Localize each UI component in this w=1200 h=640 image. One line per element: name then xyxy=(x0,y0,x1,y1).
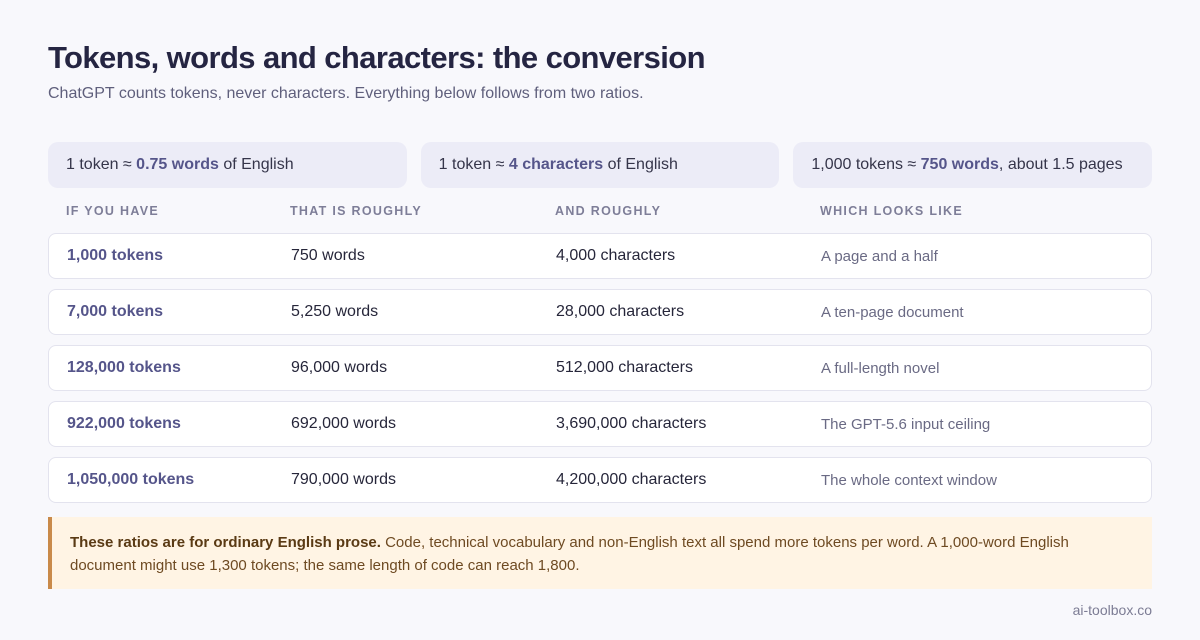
page-content: Tokens, words and characters: the conver… xyxy=(48,38,1153,589)
characters-cell: 28,000 characters xyxy=(556,303,685,320)
ratio-card-pages: 1,000 tokens ≈ 750 words, about 1.5 page… xyxy=(793,142,1153,188)
words-cell: 96,000 words xyxy=(291,359,388,376)
characters-cell: 4,200,000 characters xyxy=(556,471,707,488)
column-header: AND ROUGHLY xyxy=(555,204,662,218)
table-row: 1,000 tokens 750 words 4,000 characters … xyxy=(48,233,1152,279)
words-cell: 5,250 words xyxy=(291,303,379,320)
description-cell: A ten-page document xyxy=(821,303,964,321)
description-cell: The whole context window xyxy=(821,471,997,489)
ratio-card-characters: 1 token ≈ 4 characters of English xyxy=(420,142,780,188)
ratio-cards: 1 token ≈ 0.75 words of English 1 token … xyxy=(48,142,1153,188)
conversion-table: 1,000 tokens 750 words 4,000 characters … xyxy=(48,233,1152,503)
ratio-text: 1,000 tokens ≈ xyxy=(811,156,917,173)
ratio-value: 0.75 words xyxy=(136,156,219,173)
tokens-cell: 1,000 tokens xyxy=(67,247,164,264)
ratio-value: 4 characters xyxy=(508,156,604,173)
prose-caveat-note: These ratios are for ordinary English pr… xyxy=(48,517,1152,589)
page-title: Tokens, words and characters: the conver… xyxy=(48,40,706,75)
ratio-text: , about 1.5 pages xyxy=(998,156,1123,173)
column-header: IF YOU HAVE xyxy=(66,204,160,218)
words-cell: 750 words xyxy=(291,247,365,264)
tokens-cell: 128,000 tokens xyxy=(67,359,181,376)
characters-cell: 512,000 characters xyxy=(556,359,693,376)
table-row: 1,050,000 tokens 790,000 words 4,200,000… xyxy=(48,457,1152,503)
tokens-cell: 7,000 tokens xyxy=(67,303,164,320)
note-heading: These ratios are for ordinary English pr… xyxy=(70,534,381,551)
page-subtitle: ChatGPT counts tokens, never characters.… xyxy=(48,85,644,102)
table-row: 922,000 tokens 692,000 words 3,690,000 c… xyxy=(48,401,1152,447)
table-row: 128,000 tokens 96,000 words 512,000 char… xyxy=(48,345,1152,391)
table-row: 7,000 tokens 5,250 words 28,000 characte… xyxy=(48,289,1152,335)
ratio-text: of English xyxy=(607,156,678,173)
characters-cell: 3,690,000 characters xyxy=(556,415,707,432)
tokens-cell: 922,000 tokens xyxy=(67,415,181,432)
tokens-cell: 1,050,000 tokens xyxy=(67,471,195,488)
words-cell: 790,000 words xyxy=(291,471,396,488)
column-header: THAT IS ROUGHLY xyxy=(290,204,423,218)
characters-cell: 4,000 characters xyxy=(556,247,676,264)
table-header: IF YOU HAVE THAT IS ROUGHLY AND ROUGHLY … xyxy=(48,198,1152,224)
site-credit: ai-toolbox.co xyxy=(1072,602,1152,618)
description-cell: A full-length novel xyxy=(821,359,940,377)
description-cell: A page and a half xyxy=(821,247,938,265)
ratio-text: 1 token ≈ xyxy=(66,156,132,173)
column-header: WHICH LOOKS LIKE xyxy=(820,204,964,218)
ratio-text: 1 token ≈ xyxy=(438,156,505,173)
ratio-text: of English xyxy=(223,156,294,173)
description-cell: The GPT-5.6 input ceiling xyxy=(821,415,991,433)
words-cell: 692,000 words xyxy=(291,415,396,432)
ratio-value: 750 words xyxy=(920,156,999,173)
ratio-card-words: 1 token ≈ 0.75 words of English xyxy=(48,142,407,188)
